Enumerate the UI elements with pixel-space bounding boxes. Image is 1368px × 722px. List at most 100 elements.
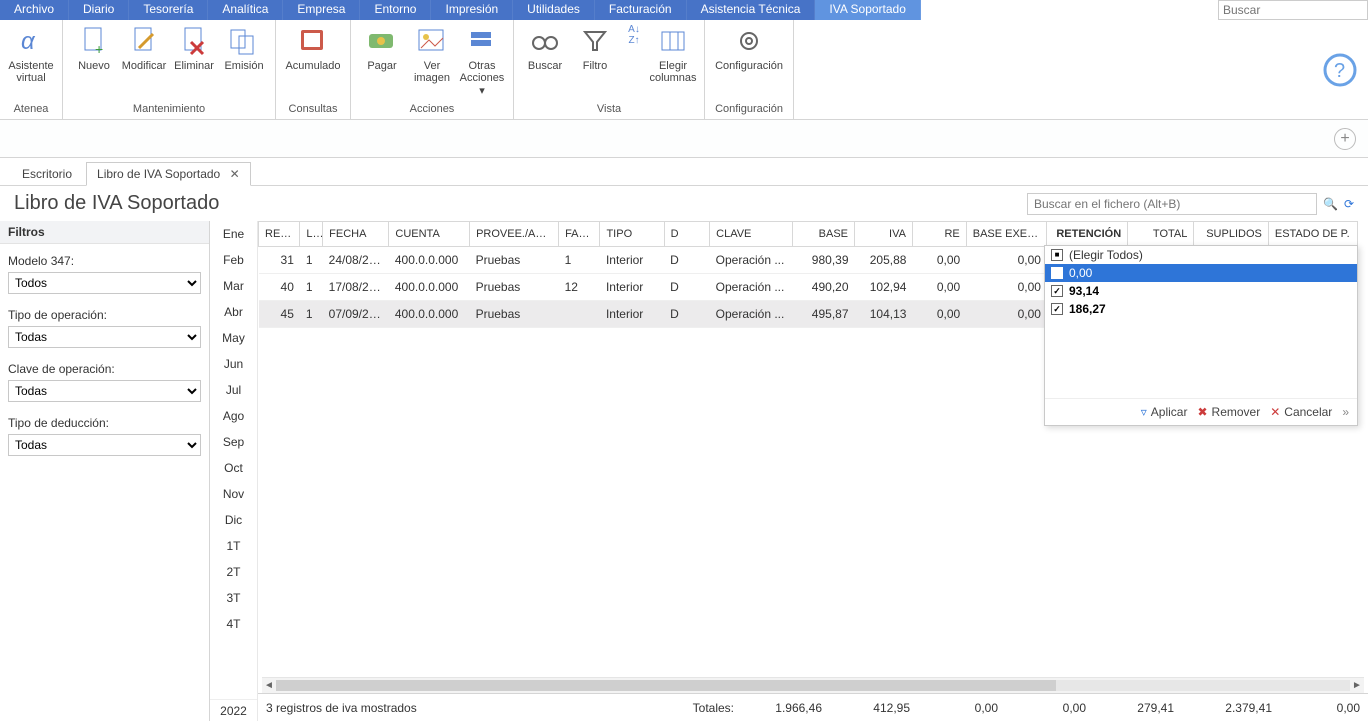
col-total[interactable]: TOTAL	[1128, 222, 1194, 247]
scroll-left-icon[interactable]: ◄	[262, 678, 276, 693]
money-icon	[365, 24, 399, 58]
col-l[interactable]: L...	[300, 222, 323, 247]
more-icon[interactable]: »	[1342, 405, 1349, 419]
col-provee[interactable]: PROVEE./AC...	[470, 222, 559, 247]
cell: 40	[259, 274, 300, 301]
tab-escritorio[interactable]: Escritorio	[12, 163, 82, 185]
otras-acciones-button[interactable]: Otras Acciones ▾	[457, 22, 507, 99]
col-estado[interactable]: ESTADO DE P.	[1268, 222, 1357, 247]
ordenar-button[interactable]: A↓Z↑	[620, 22, 648, 50]
modelo347-select[interactable]: Todos	[8, 272, 201, 294]
col-fac[interactable]: FAC...	[559, 222, 600, 247]
menu-utilidades[interactable]: Utilidades	[513, 0, 595, 20]
apply-filter-button[interactable]: ▿Aplicar	[1141, 405, 1188, 419]
buscar-button[interactable]: Buscar	[520, 22, 570, 74]
emision-button[interactable]: Emisión	[219, 22, 269, 74]
col-d[interactable]: D	[664, 222, 710, 247]
filtro-button[interactable]: Filtro	[570, 22, 620, 74]
acumulado-button[interactable]: Acumulado	[282, 22, 344, 74]
month-sep[interactable]: Sep	[210, 429, 257, 455]
col-cuenta[interactable]: CUENTA	[389, 222, 470, 247]
col-suplidos[interactable]: SUPLIDOS	[1194, 222, 1269, 247]
cancel-filter-button[interactable]: ✕Cancelar	[1270, 405, 1332, 419]
cell: 0,00	[966, 274, 1047, 301]
filter-option[interactable]: 0,00	[1045, 264, 1357, 282]
filter-option[interactable]: 186,27	[1045, 300, 1357, 318]
month-oct[interactable]: Oct	[210, 455, 257, 481]
menu-empresa[interactable]: Empresa	[283, 0, 360, 20]
col-iva[interactable]: IVA	[855, 222, 913, 247]
tipo-operacion-select[interactable]: Todas	[8, 326, 201, 348]
col-clave[interactable]: CLAVE	[710, 222, 793, 247]
group-label: Vista	[597, 102, 621, 117]
quarter-3t[interactable]: 3T	[210, 585, 257, 611]
cell: Interior	[600, 247, 664, 274]
month-ago[interactable]: Ago	[210, 403, 257, 429]
clave-operacion-select[interactable]: Todas	[8, 380, 201, 402]
columnas-button[interactable]: Elegir columnas	[648, 22, 698, 86]
menu-analitica[interactable]: Analítica	[208, 0, 283, 20]
col-base-exenta[interactable]: BASE EXENTA	[966, 222, 1047, 247]
menu-iva-soportado[interactable]: IVA Soportado	[815, 0, 921, 20]
filter-option[interactable]: 93,14	[1045, 282, 1357, 300]
month-abr[interactable]: Abr	[210, 299, 257, 325]
add-tab-button[interactable]: +	[1334, 128, 1356, 150]
menu-facturacion[interactable]: Facturación	[595, 0, 687, 20]
menu-entorno[interactable]: Entorno	[360, 0, 431, 20]
col-fecha[interactable]: FECHA	[323, 222, 389, 247]
help-button[interactable]: ?	[1322, 52, 1358, 88]
col-re[interactable]: RE	[912, 222, 966, 247]
month-ene[interactable]: Ene	[210, 221, 257, 247]
scroll-thumb[interactable]	[276, 680, 1056, 691]
tipo-deduccion-select[interactable]: Todas	[8, 434, 201, 456]
month-jul[interactable]: Jul	[210, 377, 257, 403]
month-feb[interactable]: Feb	[210, 247, 257, 273]
month-nov[interactable]: Nov	[210, 481, 257, 507]
menu-tesoreria[interactable]: Tesorería	[129, 0, 208, 20]
tabstrip: Escritorio Libro de IVA Soportado ✕	[0, 158, 1368, 186]
file-search-input[interactable]	[1027, 193, 1317, 215]
group-label: Consultas	[289, 102, 338, 117]
search-icon[interactable]: 🔍	[1323, 197, 1338, 211]
scroll-right-icon[interactable]: ►	[1350, 678, 1364, 693]
month-dic[interactable]: Dic	[210, 507, 257, 533]
eliminar-button[interactable]: Eliminar	[169, 22, 219, 74]
month-may[interactable]: May	[210, 325, 257, 351]
tab-libro-iva[interactable]: Libro de IVA Soportado ✕	[86, 162, 251, 186]
refresh-icon[interactable]: ⟳	[1344, 197, 1354, 211]
col-retencion[interactable]: RETENCIÓN	[1047, 222, 1128, 247]
ver-imagen-button[interactable]: Ver imagen	[407, 22, 457, 86]
quarter-4t[interactable]: 4T	[210, 611, 257, 637]
cell: 205,88	[855, 247, 913, 274]
modificar-button[interactable]: Modificar	[119, 22, 169, 74]
menu-asistencia[interactable]: Asistencia Técnica	[687, 0, 816, 20]
remove-filter-button[interactable]: ✖Remover	[1197, 405, 1260, 419]
menu-diario[interactable]: Diario	[69, 0, 129, 20]
emit-icon	[227, 24, 261, 58]
filter-label: Modelo 347:	[8, 254, 201, 268]
month-jun[interactable]: Jun	[210, 351, 257, 377]
asistente-button[interactable]: α Asistente virtual	[6, 22, 56, 86]
cell	[559, 301, 600, 328]
year-label[interactable]: 2022	[210, 699, 257, 721]
close-icon[interactable]: ✕	[230, 167, 240, 181]
global-search-input[interactable]	[1218, 0, 1368, 20]
page-title: Libro de IVA Soportado	[14, 192, 219, 215]
pagar-button[interactable]: Pagar	[357, 22, 407, 74]
cell: Pruebas	[470, 274, 559, 301]
month-mar[interactable]: Mar	[210, 273, 257, 299]
nuevo-button[interactable]: + Nuevo	[69, 22, 119, 74]
cell: 1	[300, 301, 323, 328]
col-reg[interactable]: REG...	[259, 222, 300, 247]
quarter-1t[interactable]: 1T	[210, 533, 257, 559]
menu-archivo[interactable]: Archivo	[0, 0, 69, 20]
funnel-icon	[578, 24, 612, 58]
col-base[interactable]: BASE	[792, 222, 854, 247]
col-tipo[interactable]: TIPO	[600, 222, 664, 247]
horizontal-scrollbar[interactable]: ◄ ►	[262, 677, 1364, 693]
menu-impresion[interactable]: Impresión	[431, 0, 513, 20]
quarter-2t[interactable]: 2T	[210, 559, 257, 585]
config-button[interactable]: Configuración	[711, 22, 787, 74]
filter-option-all[interactable]: (Elegir Todos)	[1045, 246, 1357, 264]
cell: 24/08/20...	[323, 247, 389, 274]
